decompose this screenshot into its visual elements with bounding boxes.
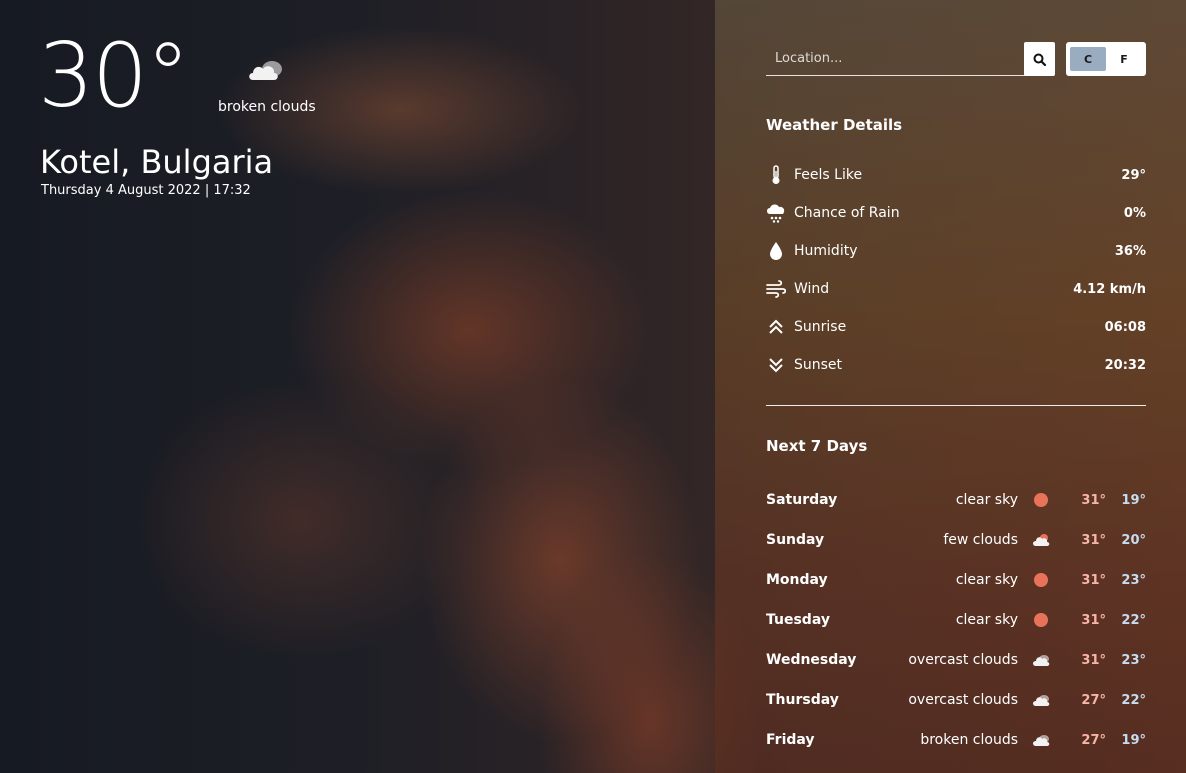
- cloud-icon: [1032, 732, 1050, 748]
- sun-icon: [1032, 492, 1050, 508]
- current-temperature: 30°: [38, 24, 190, 127]
- forecast-row: Thursday overcast clouds 27° 22°: [766, 689, 1146, 711]
- forecast-high: 31°: [1081, 612, 1106, 628]
- detail-feels-like: Feels Like 29°: [766, 164, 1146, 186]
- forecast-high: 31°: [1081, 532, 1106, 548]
- detail-label: Feels Like: [794, 167, 863, 183]
- forecast-day: Sunday: [766, 532, 825, 548]
- location-search: [766, 42, 1054, 76]
- partly-cloudy-icon: [1032, 532, 1050, 548]
- search-icon: [1033, 53, 1046, 66]
- forecast-desc: overcast clouds: [908, 692, 1018, 708]
- sun-icon: [1032, 572, 1050, 588]
- forecast-row: Saturday clear sky 31° 19°: [766, 489, 1146, 511]
- forecast-high: 31°: [1081, 492, 1106, 508]
- forecast-low: 19°: [1121, 492, 1146, 508]
- forecast-high: 31°: [1081, 572, 1106, 588]
- detail-sunrise: Sunrise 06:08: [766, 316, 1146, 338]
- detail-sunset: Sunset 20:32: [766, 354, 1146, 376]
- sunrise-icon: [766, 317, 786, 337]
- detail-humidity: Humidity 36%: [766, 240, 1146, 262]
- detail-value: 06:08: [1104, 319, 1146, 335]
- detail-wind: Wind 4.12 km/h: [766, 278, 1146, 300]
- detail-value: 29°: [1121, 167, 1146, 183]
- forecast-low: 22°: [1121, 692, 1146, 708]
- forecast-row: Tuesday clear sky 31° 22°: [766, 609, 1146, 631]
- unit-toggle: C F: [1066, 42, 1146, 76]
- detail-chance-of-rain: Chance of Rain 0%: [766, 202, 1146, 224]
- sun-icon: [1032, 612, 1050, 628]
- search-button[interactable]: [1024, 42, 1055, 76]
- forecast-day: Saturday: [766, 492, 838, 508]
- forecast-high: 31°: [1081, 652, 1106, 668]
- forecast-day: Thursday: [766, 692, 839, 708]
- forecast-day: Friday: [766, 732, 815, 748]
- forecast-day: Wednesday: [766, 652, 857, 668]
- forecast-row: Monday clear sky 31° 23°: [766, 569, 1146, 591]
- sunset-icon: [766, 355, 786, 375]
- forecast-desc: clear sky: [955, 572, 1018, 588]
- weather-details-title: Weather Details: [766, 116, 903, 134]
- forecast-high: 27°: [1081, 692, 1106, 708]
- current-weather: 30° broken clouds Kotel, Bulgaria Thursd…: [0, 0, 715, 773]
- detail-value: 36%: [1114, 243, 1146, 259]
- forecast-high: 27°: [1081, 732, 1106, 748]
- forecast-low: 20°: [1121, 532, 1146, 548]
- detail-label: Sunset: [794, 357, 843, 373]
- detail-label: Sunrise: [794, 319, 847, 335]
- wind-icon: [766, 279, 786, 299]
- celsius-button[interactable]: C: [1070, 47, 1106, 71]
- detail-label: Chance of Rain: [794, 205, 900, 221]
- detail-value: 0%: [1123, 205, 1146, 221]
- forecast-row: Sunday few clouds 31° 20°: [766, 529, 1146, 551]
- rain-cloud-icon: [766, 203, 786, 223]
- forecast-low: 19°: [1121, 732, 1146, 748]
- forecast-desc: few clouds: [943, 532, 1018, 548]
- location-name: Kotel, Bulgaria: [40, 143, 274, 181]
- detail-label: Wind: [794, 281, 830, 297]
- forecast-low: 23°: [1121, 652, 1146, 668]
- fahrenheit-button[interactable]: F: [1106, 47, 1142, 71]
- forecast-title: Next 7 Days: [766, 437, 868, 455]
- forecast-desc: clear sky: [955, 492, 1018, 508]
- current-condition: broken clouds: [218, 99, 316, 115]
- detail-label: Humidity: [794, 243, 858, 259]
- detail-value: 20:32: [1104, 357, 1146, 373]
- forecast-day: Monday: [766, 572, 828, 588]
- details-panel: C F Weather Details Feels Like 29° Chanc…: [715, 0, 1186, 773]
- forecast-row: Friday broken clouds 27° 19°: [766, 729, 1146, 751]
- forecast-desc: overcast clouds: [908, 652, 1018, 668]
- cloud-icon: [1032, 692, 1050, 708]
- droplet-icon: [766, 241, 786, 261]
- section-divider: [766, 405, 1146, 406]
- thermometer-icon: [766, 165, 786, 185]
- forecast-day: Tuesday: [766, 612, 830, 628]
- forecast-desc: broken clouds: [920, 732, 1018, 748]
- forecast-low: 23°: [1121, 572, 1146, 588]
- forecast-low: 22°: [1121, 612, 1146, 628]
- forecast-row: Wednesday overcast clouds 31° 23°: [766, 649, 1146, 671]
- cloud-icon: [1032, 652, 1050, 668]
- cloud-icon: [246, 58, 286, 84]
- current-datetime: Thursday 4 August 2022 | 17:32: [41, 183, 251, 198]
- forecast-desc: clear sky: [955, 612, 1018, 628]
- detail-value: 4.12 km/h: [1073, 281, 1146, 297]
- location-input[interactable]: [766, 42, 1054, 75]
